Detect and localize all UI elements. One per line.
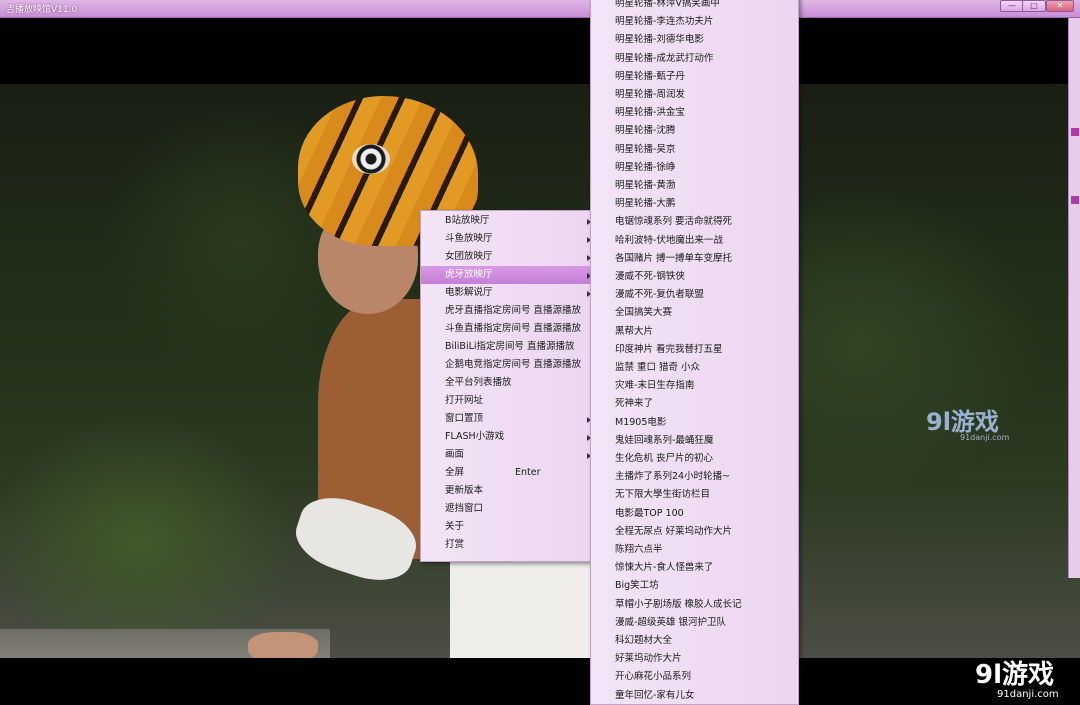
submenu-huya: 明星轮播-林萍V搞笑画中 明星轮播-李连杰功夫片 明星轮播-刘德华电影 明星轮播… (590, 0, 799, 705)
submenu-item[interactable]: 明星轮播-洪金宝 (591, 104, 799, 122)
window-title: 吉播放映馆V11.0 (6, 5, 78, 15)
submenu-item[interactable]: 明星轮播-沈腾 (591, 122, 799, 140)
submenu-item[interactable]: 明星轮播-黄渤 (591, 177, 799, 195)
submenu-item[interactable]: 主播炸了系列24小时轮播~ (591, 468, 799, 486)
submenu-item[interactable]: 童年回忆-家有儿女 (591, 687, 799, 705)
menu-item-donate[interactable]: 打赏 (421, 536, 591, 554)
submenu-item[interactable]: 鬼娃回魂系列-最蛹狂魔 (591, 432, 799, 450)
menu-item-label: 打赏 (445, 539, 465, 550)
submenu-item[interactable]: 明星轮播-林萍V搞笑画中 (591, 0, 799, 13)
menu-item-picture[interactable]: 画面 (421, 446, 591, 464)
menu-item-label: 斗鱼直播指定房间号 直播源播放 (445, 323, 582, 334)
menu-item-label: 女团放映厅 (445, 251, 493, 262)
submenu-item[interactable]: 陈翔六点半 (591, 541, 799, 559)
submenu-item[interactable]: 电影最TOP 100 (591, 505, 799, 523)
menu-item-update[interactable]: 更新版本 (421, 482, 591, 500)
submenu-item[interactable]: 黑帮大片 (591, 323, 799, 341)
menu-item-label: 虎牙直播指定房间号 直播源播放 (445, 305, 582, 316)
submenu-item[interactable]: 漫威不死-复仇者联盟 (591, 286, 799, 304)
menu-item-girlgroup-hall[interactable]: 女团放映厅 (421, 248, 591, 266)
menu-item-cover-window[interactable]: 遮挡窗口 (421, 500, 591, 518)
submenu-item[interactable]: 全程无尿点 好莱坞动作大片 (591, 523, 799, 541)
menu-item-about[interactable]: 关于 (421, 518, 591, 536)
menu-item-douyu-hall[interactable]: 斗鱼放映厅 (421, 230, 591, 248)
menu-item-label: 打开网址 (445, 395, 484, 406)
video-figure-pants (450, 559, 590, 658)
submenu-item[interactable]: 监禁 重口 猎奇 小众 (591, 359, 799, 377)
submenu-item[interactable]: 哈利波特-伏地魔出来一战 (591, 232, 799, 250)
submenu-item[interactable]: 无下限大學生街访栏目 (591, 486, 799, 504)
menu-item-shortcut: Enter (515, 467, 541, 478)
submenu-item[interactable]: 灾难-末日生存指南 (591, 377, 799, 395)
menu-item-label: 虎牙放映厅 (445, 269, 493, 280)
submenu-item[interactable]: 印度神片 看完我替打五星 (591, 341, 799, 359)
maximize-button[interactable]: □ (1022, 0, 1046, 12)
minimize-button[interactable]: — (1000, 0, 1024, 12)
edge-marker (1071, 128, 1079, 136)
submenu-item[interactable]: M1905电影 (591, 414, 799, 432)
submenu-item[interactable]: 惊悚大片-食人怪兽来了 (591, 559, 799, 577)
submenu-item[interactable]: 明星轮播-大鹏 (591, 195, 799, 213)
menu-item-fullscreen[interactable]: 全屏 Enter (421, 464, 591, 482)
submenu-item[interactable]: 生化危机 丧尸片的初心 (591, 450, 799, 468)
menu-item-open-url[interactable]: 打开网址 (421, 392, 591, 410)
submenu-item[interactable]: 漫威-超级英雄 银河护卫队 (591, 614, 799, 632)
background-window-edge (1068, 18, 1080, 578)
menu-item-label: B站放映厅 (445, 215, 490, 226)
close-button[interactable]: ✕ (1046, 0, 1074, 12)
watermark-url: 91danji.com (960, 433, 1010, 442)
menu-item-huya-room[interactable]: 虎牙直播指定房间号 直播源播放 (421, 302, 591, 320)
menu-item-huya-hall[interactable]: 虎牙放映厅 (421, 266, 591, 284)
menu-item-label: 斗鱼放映厅 (445, 233, 493, 244)
title-bar: 吉播放映馆V11.0 — □ ✕ (0, 0, 1080, 18)
menu-item-label: 遮挡窗口 (445, 503, 484, 514)
submenu-item[interactable]: 明星轮播-吴京 (591, 141, 799, 159)
menu-item-label: FLASH小游戏 (445, 431, 505, 442)
watermark-url: 91danji.com (997, 689, 1059, 700)
menu-item-label: 更新版本 (445, 485, 484, 496)
menu-item-bilibili-hall[interactable]: B站放映厅 (421, 212, 591, 230)
submenu-item[interactable]: 好莱坞动作大片 (591, 650, 799, 668)
edge-marker (1071, 196, 1079, 204)
menu-item-label: 窗口置顶 (445, 413, 484, 424)
submenu-item[interactable]: 明星轮播-刘德华电影 (591, 31, 799, 49)
submenu-item[interactable]: 电锯惊魂系列 要活命就得死 (591, 213, 799, 231)
tiger-hood-eye (352, 144, 390, 174)
submenu-item[interactable]: 明星轮播-成龙武打动作 (591, 50, 799, 68)
menu-item-label: BiliBiLi指定房间号 直播源播放 (445, 341, 575, 352)
menu-item-movie-commentary[interactable]: 电影解说厅 (421, 284, 591, 302)
menu-item-label: 画面 (445, 449, 465, 460)
submenu-item[interactable]: 死神来了 (591, 395, 799, 413)
submenu-item[interactable]: 明星轮播-周润发 (591, 86, 799, 104)
submenu-item[interactable]: 全国搞笑大赛 (591, 304, 799, 322)
video-figure-hand (248, 632, 318, 658)
context-menu: B站放映厅 斗鱼放映厅 女团放映厅 虎牙放映厅 电影解说厅 虎牙直播指定房间号 … (420, 210, 592, 562)
submenu-item[interactable]: 草帽小子剧场版 橡胶人成长记 (591, 596, 799, 614)
submenu-item[interactable]: 开心麻花小品系列 (591, 668, 799, 686)
menu-item-flash-games[interactable]: FLASH小游戏 (421, 428, 591, 446)
submenu-item[interactable]: 漫威不死-钢铁侠 (591, 268, 799, 286)
menu-item-label: 全屏 (445, 467, 465, 478)
menu-item-always-on-top[interactable]: 窗口置顶 (421, 410, 591, 428)
menu-item-bilibili-room[interactable]: BiliBiLi指定房间号 直播源播放 (421, 338, 591, 356)
submenu-item[interactable]: 明星轮播-徐峥 (591, 159, 799, 177)
menu-item-label: 电影解说厅 (445, 287, 493, 298)
submenu-item[interactable]: 明星轮播-李连杰功夫片 (591, 13, 799, 31)
menu-item-label: 关于 (445, 521, 465, 532)
menu-item-label: 企鹅电竞指定房间号 直播源播放 (445, 359, 582, 370)
submenu-item[interactable]: Big笑工坊 (591, 577, 799, 595)
menu-item-all-platform-list[interactable]: 全平台列表播放 (421, 374, 591, 392)
watermark-logo: 9l游戏 (975, 660, 1055, 690)
watermark-center: 9l游戏 91danji.com (926, 402, 1009, 442)
submenu-item[interactable]: 各国赌片 搏一搏单车变摩托 (591, 250, 799, 268)
watermark-corner: 9l游戏 91danji.com (975, 654, 1059, 700)
watermark-logo: 9l游戏 (926, 408, 999, 436)
menu-item-douyu-room[interactable]: 斗鱼直播指定房间号 直播源播放 (421, 320, 591, 338)
menu-item-label: 全平台列表播放 (445, 377, 512, 388)
menu-item-egame-room[interactable]: 企鹅电竞指定房间号 直播源播放 (421, 356, 591, 374)
submenu-item[interactable]: 科幻题材大全 (591, 632, 799, 650)
submenu-item[interactable]: 明星轮播-甄子丹 (591, 68, 799, 86)
